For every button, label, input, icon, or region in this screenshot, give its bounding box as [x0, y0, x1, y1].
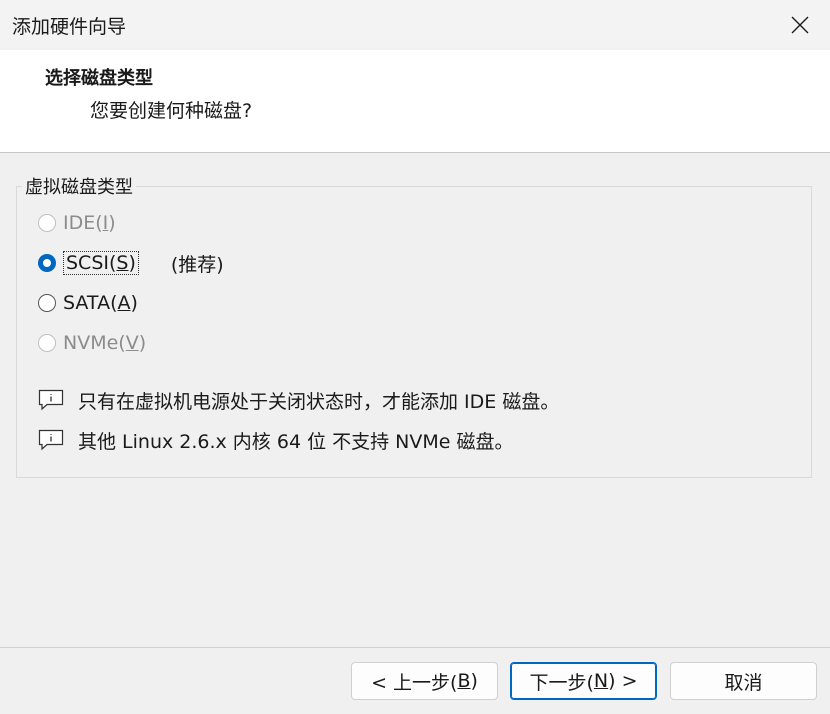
back-button[interactable]: < 上一步(B) [351, 662, 498, 700]
cancel-button[interactable]: 取消 [670, 662, 817, 700]
note-text: 其他 Linux 2.6.x 内核 64 位 不支持 NVMe 磁盘。 [78, 430, 514, 453]
radio-circle [38, 334, 56, 352]
recommended-text: (推荐) [170, 253, 224, 276]
note-text: 只有在虚拟机电源处于关闭状态时，才能添加 IDE 磁盘。 [78, 390, 560, 413]
footer-divider [0, 647, 830, 648]
radio-sata[interactable]: SATA(A) [38, 290, 138, 316]
radio-circle [38, 294, 56, 312]
close-icon [791, 16, 809, 34]
radio-circle [38, 254, 56, 272]
next-button[interactable]: 下一步(N) > [510, 662, 657, 700]
info-comment-icon [38, 389, 64, 411]
radio-circle [38, 214, 56, 232]
window-title: 添加硬件向导 [12, 16, 127, 38]
wizard-header: 选择磁盘类型 您要创建何种磁盘? [0, 50, 830, 153]
info-comment-icon [38, 429, 64, 451]
page-subtitle: 您要创建何种磁盘? [90, 100, 253, 122]
radio-ide[interactable]: IDE(I) [38, 210, 116, 236]
radio-label-sata: SATA(A) [63, 292, 138, 314]
title-bar: 添加硬件向导 [0, 0, 830, 50]
radio-label-nvme: NVMe(V) [63, 332, 147, 354]
radio-label-ide: IDE(I) [63, 212, 116, 234]
radio-scsi[interactable]: SCSI(S) (推荐) [38, 250, 224, 276]
radio-label-scsi: SCSI(S) [63, 251, 139, 275]
note-nvme: 其他 Linux 2.6.x 内核 64 位 不支持 NVMe 磁盘。 [38, 427, 513, 453]
radio-nvme[interactable]: NVMe(V) [38, 330, 146, 356]
note-ide: 只有在虚拟机电源处于关闭状态时，才能添加 IDE 磁盘。 [38, 387, 559, 413]
page-title: 选择磁盘类型 [45, 68, 153, 89]
close-button[interactable] [770, 0, 830, 50]
group-label: 虚拟磁盘类型 [22, 173, 136, 199]
